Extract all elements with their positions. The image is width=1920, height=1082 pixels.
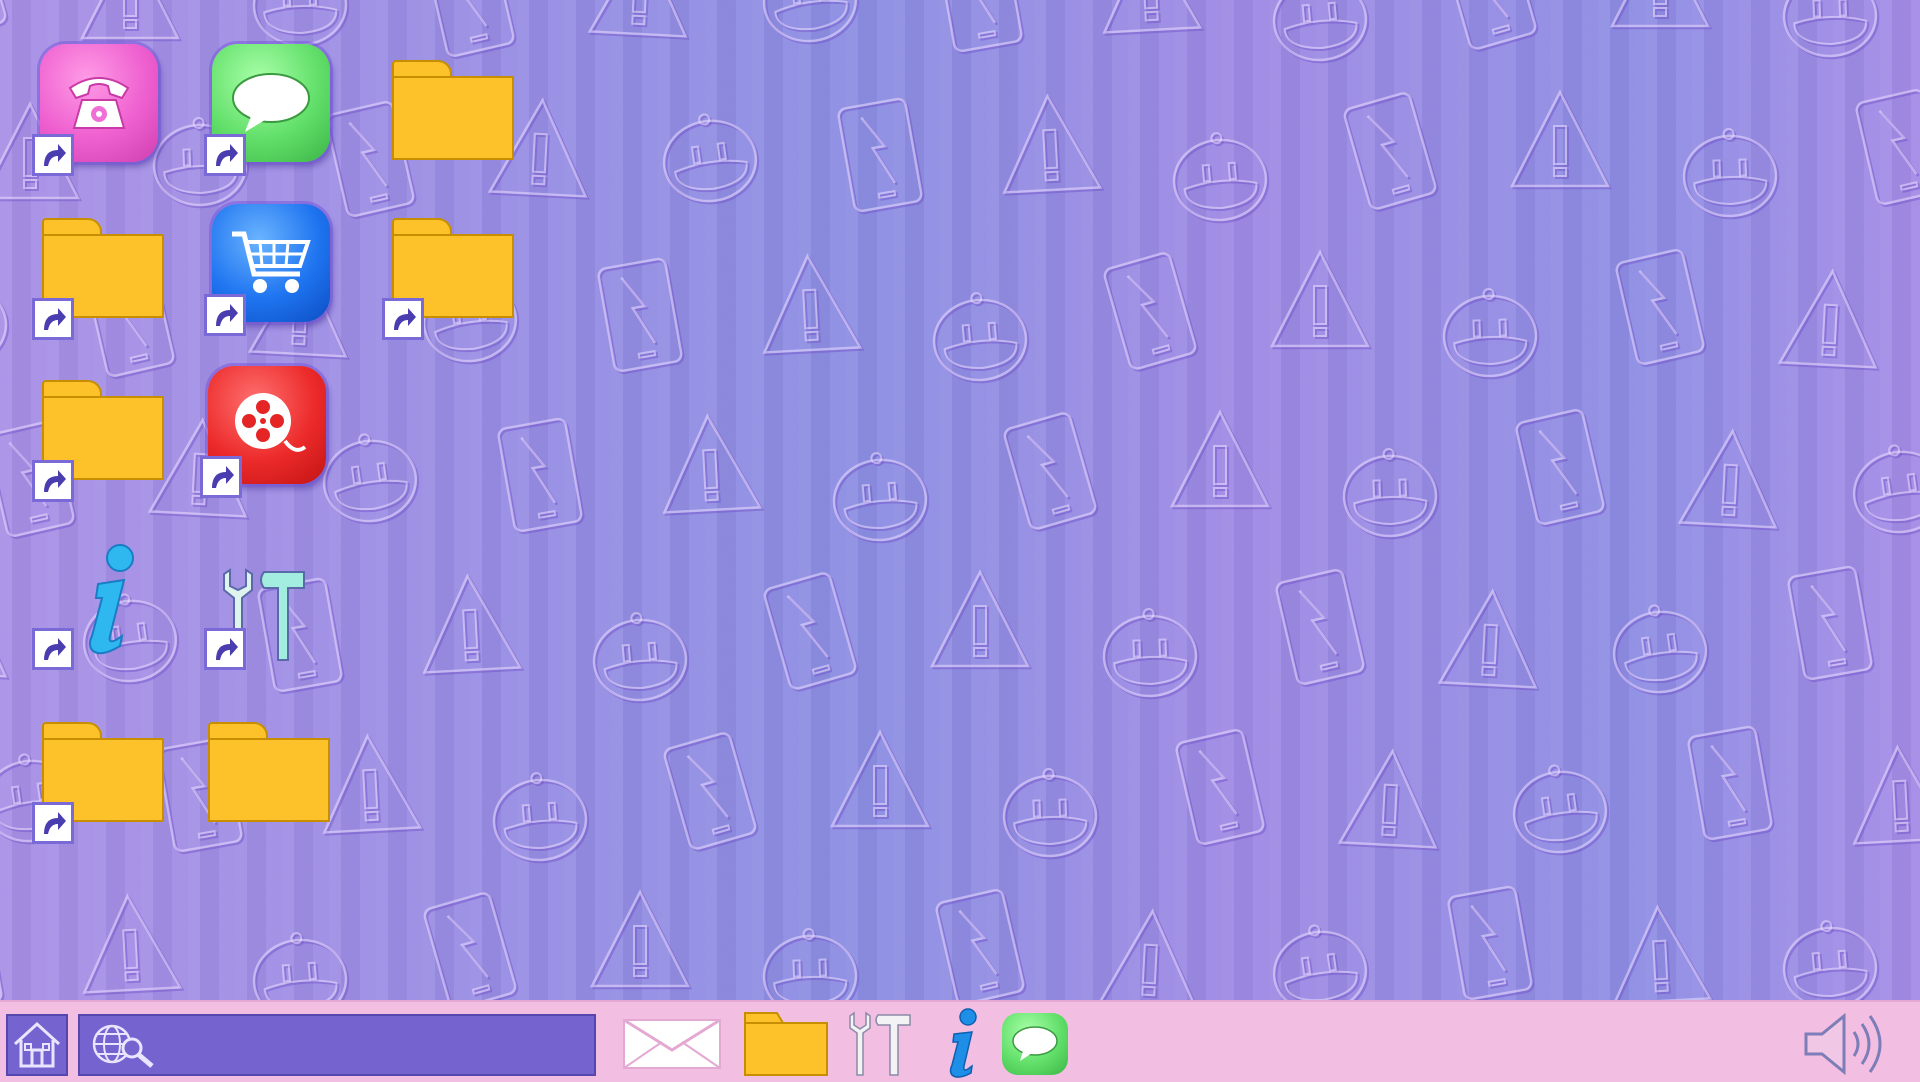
wallpaper-robot-motif	[252, 0, 348, 47]
phone-app-shortcut[interactable]	[32, 44, 162, 176]
info-icon	[89, 544, 134, 655]
shortcut-arrow-icon	[32, 628, 74, 670]
wallpaper-phone-motif	[935, 889, 1025, 1000]
tools-button[interactable]	[846, 1011, 916, 1076]
wallpaper-phone-motif	[1443, 0, 1537, 50]
wallpaper-warning-motif	[1269, 249, 1371, 348]
folder-shortcut[interactable]	[382, 208, 514, 340]
wallpaper-warning-motif	[0, 577, 8, 678]
wallpaper-phone-motif	[1855, 89, 1920, 205]
shortcut-arrow-icon	[204, 134, 246, 176]
wallpaper-phone-motif	[1515, 409, 1605, 525]
wallpaper-warning-motif	[1509, 89, 1611, 188]
wallpaper-phone-motif	[1275, 569, 1365, 685]
wallpaper-robot-motif	[1782, 920, 1878, 1000]
shopping-app-shortcut[interactable]	[204, 204, 334, 336]
wallpaper-warning-motif	[591, 891, 693, 990]
wallpaper-warning-motif	[1854, 746, 1920, 847]
wallpaper-warning-motif	[0, 579, 10, 680]
globe-search-icon	[92, 1024, 154, 1068]
wallpaper-warning-motif	[929, 569, 1031, 668]
info-app-shortcut[interactable]	[32, 540, 162, 670]
wallpaper-warning-motif	[1271, 251, 1373, 350]
tools-app-shortcut[interactable]	[204, 540, 334, 670]
wallpaper-robot-motif	[1174, 134, 1270, 224]
wallpaper-warning-motif	[1169, 409, 1271, 508]
wallpaper-robot-motif	[0, 285, 10, 369]
video-app-shortcut[interactable]	[200, 366, 330, 498]
shortcut-arrow-icon	[32, 460, 74, 502]
mail-icon	[623, 1018, 721, 1069]
wallpaper-robot-motif	[1614, 606, 1710, 696]
mail-button[interactable]	[620, 1012, 724, 1076]
folder-shortcut[interactable]	[32, 208, 164, 340]
folder-icon	[744, 1012, 828, 1076]
volume-button[interactable]	[1800, 1012, 1896, 1076]
film-reel-icon	[235, 393, 307, 452]
chat-button[interactable]	[1000, 1012, 1070, 1076]
folder-button[interactable]	[742, 1012, 830, 1076]
shortcut-arrow-icon	[204, 294, 246, 336]
shortcut-arrow-icon	[200, 456, 242, 498]
wallpaper-phone-motif	[1615, 249, 1705, 365]
wallpaper-robot-motif	[934, 294, 1030, 384]
home-icon	[13, 1021, 61, 1068]
tools-icon	[849, 1011, 911, 1076]
wallpaper-robot-motif	[252, 932, 348, 1000]
shortcut-arrow-icon	[382, 298, 424, 340]
chat-bubble-icon	[232, 73, 310, 132]
wallpaper-robot-motif	[664, 115, 760, 205]
wallpaper-warning-motif	[1337, 748, 1438, 849]
wallpaper-warning-motif	[1777, 268, 1878, 369]
wallpaper-robot-motif	[1272, 0, 1368, 62]
wallpaper-robot-motif	[1784, 922, 1880, 1000]
speaker-icon	[1804, 1012, 1882, 1076]
search-bar[interactable]	[78, 1014, 596, 1076]
wallpaper-warning-motif	[1677, 428, 1778, 529]
folder-shortcut[interactable]	[32, 370, 164, 502]
phone-icon	[68, 77, 130, 129]
shortcut-arrow-icon	[32, 802, 74, 844]
wallpaper-warning-motif	[1437, 588, 1538, 689]
info-icon	[949, 1008, 977, 1078]
info-button[interactable]	[936, 1008, 986, 1078]
home-button[interactable]	[6, 1014, 68, 1076]
folder[interactable]	[382, 50, 514, 180]
wallpaper-warning-motif	[829, 729, 931, 828]
wallpaper-robot-motif	[594, 614, 690, 704]
wallpaper-warning-motif	[589, 889, 691, 988]
shortcut-arrow-icon	[204, 628, 246, 670]
folder-shortcut[interactable]	[32, 712, 164, 844]
search-input[interactable]	[170, 1024, 584, 1068]
wallpaper-robot-motif	[834, 454, 930, 544]
chat-bubble-icon	[1012, 1026, 1058, 1061]
wallpaper-warning-motif	[831, 731, 933, 830]
shopping-cart-icon	[232, 231, 311, 293]
taskbar	[0, 1000, 1920, 1082]
wallpaper-warning-motif	[1511, 91, 1613, 190]
wallpaper-robot-motif	[762, 0, 858, 43]
shortcut-arrow-icon	[32, 298, 74, 340]
wallpaper-robot-motif	[1514, 766, 1610, 856]
wallpaper-phone-motif	[1175, 729, 1265, 845]
wallpaper-robot-motif	[494, 774, 590, 864]
shortcut-arrow-icon	[32, 134, 74, 176]
folder-icon	[392, 60, 514, 160]
wallpaper-robot-motif	[0, 283, 8, 367]
wallpaper-warning-motif	[1171, 411, 1273, 510]
folder[interactable]	[198, 712, 330, 842]
messages-app-shortcut[interactable]	[204, 44, 334, 176]
folder-icon	[208, 722, 330, 822]
wallpaper-robot-motif	[1274, 0, 1370, 64]
wallpaper-warning-motif	[931, 571, 1033, 670]
wallpaper-robot-motif	[324, 435, 420, 525]
wallpaper-warning-motif	[1614, 906, 1715, 1000]
